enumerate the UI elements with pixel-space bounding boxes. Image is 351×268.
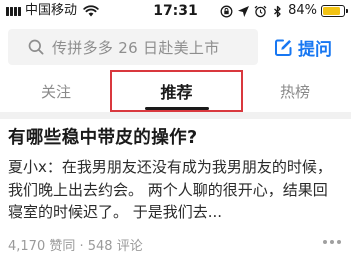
question-title[interactable]: 有哪些稳中带皮的操作? xyxy=(8,125,344,151)
location-icon xyxy=(238,5,250,17)
tab-recommend[interactable]: 推荐 xyxy=(110,70,243,112)
status-bar: 中国移动 17:31 84% xyxy=(0,0,351,22)
ask-question-button[interactable]: 提问 xyxy=(274,29,332,65)
section-divider xyxy=(0,112,351,119)
tab-hot-list[interactable]: 热榜 xyxy=(250,70,340,112)
search-icon xyxy=(28,39,44,55)
battery-level xyxy=(323,7,340,15)
search-row: 传拼多多 26 日赴美上市 提问 xyxy=(0,29,351,67)
feed-card[interactable]: 有哪些稳中带皮的操作? 夏小x：在我男朋友还没有成为我男朋友的时候，我们晚上出去… xyxy=(0,119,351,268)
status-right: 84% xyxy=(220,3,348,19)
alarm-icon xyxy=(254,5,267,17)
bluetooth-icon xyxy=(274,5,281,17)
battery-icon xyxy=(321,5,348,17)
search-placeholder: 传拼多多 26 日赴美上市 xyxy=(52,38,220,57)
card-stats: 4,170 赞同 · 548 评论 xyxy=(8,239,143,254)
edit-icon xyxy=(275,39,292,56)
answer-excerpt[interactable]: 夏小x：在我男朋友还没有成为我男朋友的时候，我们晚上出去约会。 两个人聊的很开心… xyxy=(8,156,338,224)
more-icon[interactable] xyxy=(323,240,341,244)
ask-question-label: 提问 xyxy=(298,39,332,60)
lock-rotation-icon xyxy=(220,5,233,17)
active-tab-indicator xyxy=(145,107,209,110)
feed-tabs: 关注 推荐 热榜 xyxy=(0,70,351,112)
search-input[interactable]: 传拼多多 26 日赴美上市 xyxy=(8,29,258,65)
battery-percent: 84% xyxy=(288,3,317,18)
tab-follow[interactable]: 关注 xyxy=(8,70,104,112)
